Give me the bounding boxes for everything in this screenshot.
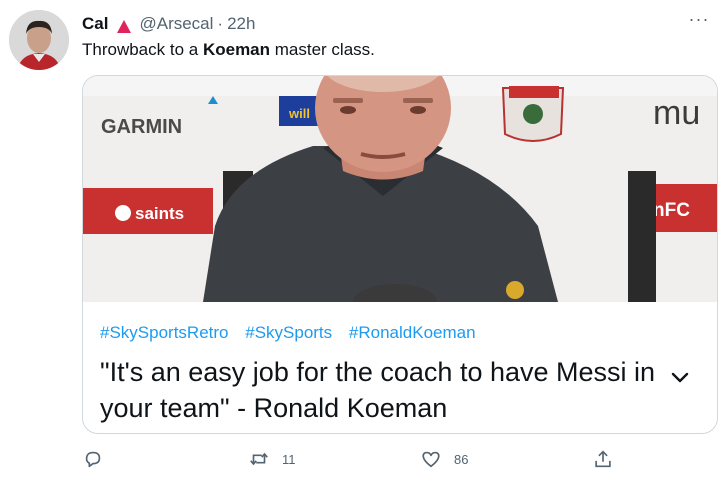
like-button[interactable]: 86 <box>420 447 468 471</box>
card-quote: "It's an easy job for the coach to have … <box>100 357 656 423</box>
separator-dot: · <box>217 14 224 33</box>
retweet-button[interactable]: 11 <box>248 447 296 471</box>
hashtag-link[interactable]: #SkySportsRetro <box>100 323 229 342</box>
retweet-icon <box>248 448 270 470</box>
action-bar: 11 86 <box>0 447 720 471</box>
reply-bubble-icon <box>82 448 104 470</box>
heart-icon <box>420 448 442 470</box>
tweet-text-bold: Koeman <box>202 40 271 59</box>
link-card[interactable]: GARMIN will saints mu nFC #SkySportsRetr… <box>82 75 718 434</box>
sign-saints: saints <box>135 204 184 223</box>
share-upload-icon <box>592 448 614 470</box>
chevron-down-icon[interactable] <box>669 366 691 388</box>
sign-garmin: GARMIN <box>101 116 182 138</box>
tweet-text-suffix: master class. <box>270 40 375 59</box>
timestamp[interactable]: 22h <box>227 14 255 34</box>
share-button[interactable] <box>592 447 614 471</box>
retweet-count: 11 <box>282 451 296 467</box>
tweet-text: Throwback to a Koeman master class. <box>82 40 375 60</box>
author-handle[interactable]: @Arsecal <box>139 14 213 34</box>
hashtag-link[interactable]: #SkySports <box>245 323 332 342</box>
sign-will: will <box>288 106 310 121</box>
avatar[interactable] <box>9 10 69 70</box>
reply-button[interactable] <box>82 447 116 471</box>
like-count: 86 <box>454 451 469 467</box>
red-triangle-icon <box>117 18 132 33</box>
author-name[interactable]: Cal <box>82 14 108 34</box>
tweet-header: Cal @Arsecal · 22h <box>82 12 255 36</box>
card-photo[interactable]: GARMIN will saints mu nFC <box>83 76 717 302</box>
tweet[interactable]: Cal @Arsecal · 22h ··· Throwback to a Ko… <box>0 0 720 480</box>
more-dots-icon[interactable]: ··· <box>688 10 710 32</box>
hashtag-row: #SkySportsRetro #SkySports #RonaldKoeman <box>100 323 488 343</box>
sign-fc: nFC <box>653 200 690 221</box>
hashtag-link[interactable]: #RonaldKoeman <box>349 323 476 342</box>
tweet-text-prefix: Throwback to a <box>82 40 203 59</box>
sign-mu: mu <box>653 94 700 132</box>
